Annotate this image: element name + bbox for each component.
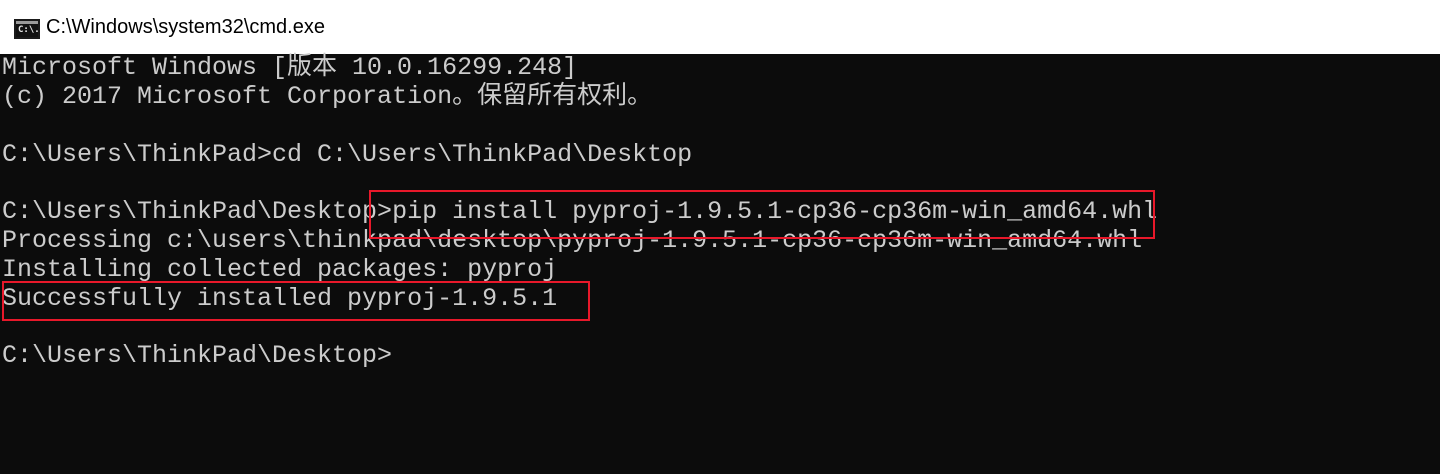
console-output[interactable]: Microsoft Windows [版本 10.0.16299.248] (c… [0,54,1440,474]
cmd-icon-label: C:\. [18,25,40,35]
console-line-installing: Installing collected packages: pyproj [2,255,558,284]
console-line-cd-command: C:\Users\ThinkPad>cd C:\Users\ThinkPad\D… [2,140,693,169]
cmd-icon: C:\. [14,19,40,39]
window-title: C:\Windows\system32\cmd.exe [46,16,325,38]
console-line-prompt: C:\Users\ThinkPad\Desktop> [2,341,393,370]
highlight-box-success [2,281,590,321]
console-line-copyright: (c) 2017 Microsoft Corporation。保留所有权利。 [2,82,653,111]
highlight-box-pip-command [369,190,1155,239]
console-line-version: Microsoft Windows [版本 10.0.16299.248] [2,53,578,82]
title-bar[interactable]: C:\. C:\Windows\system32\cmd.exe [0,0,1440,54]
cmd-window: C:\. C:\Windows\system32\cmd.exe Microso… [0,0,1440,474]
